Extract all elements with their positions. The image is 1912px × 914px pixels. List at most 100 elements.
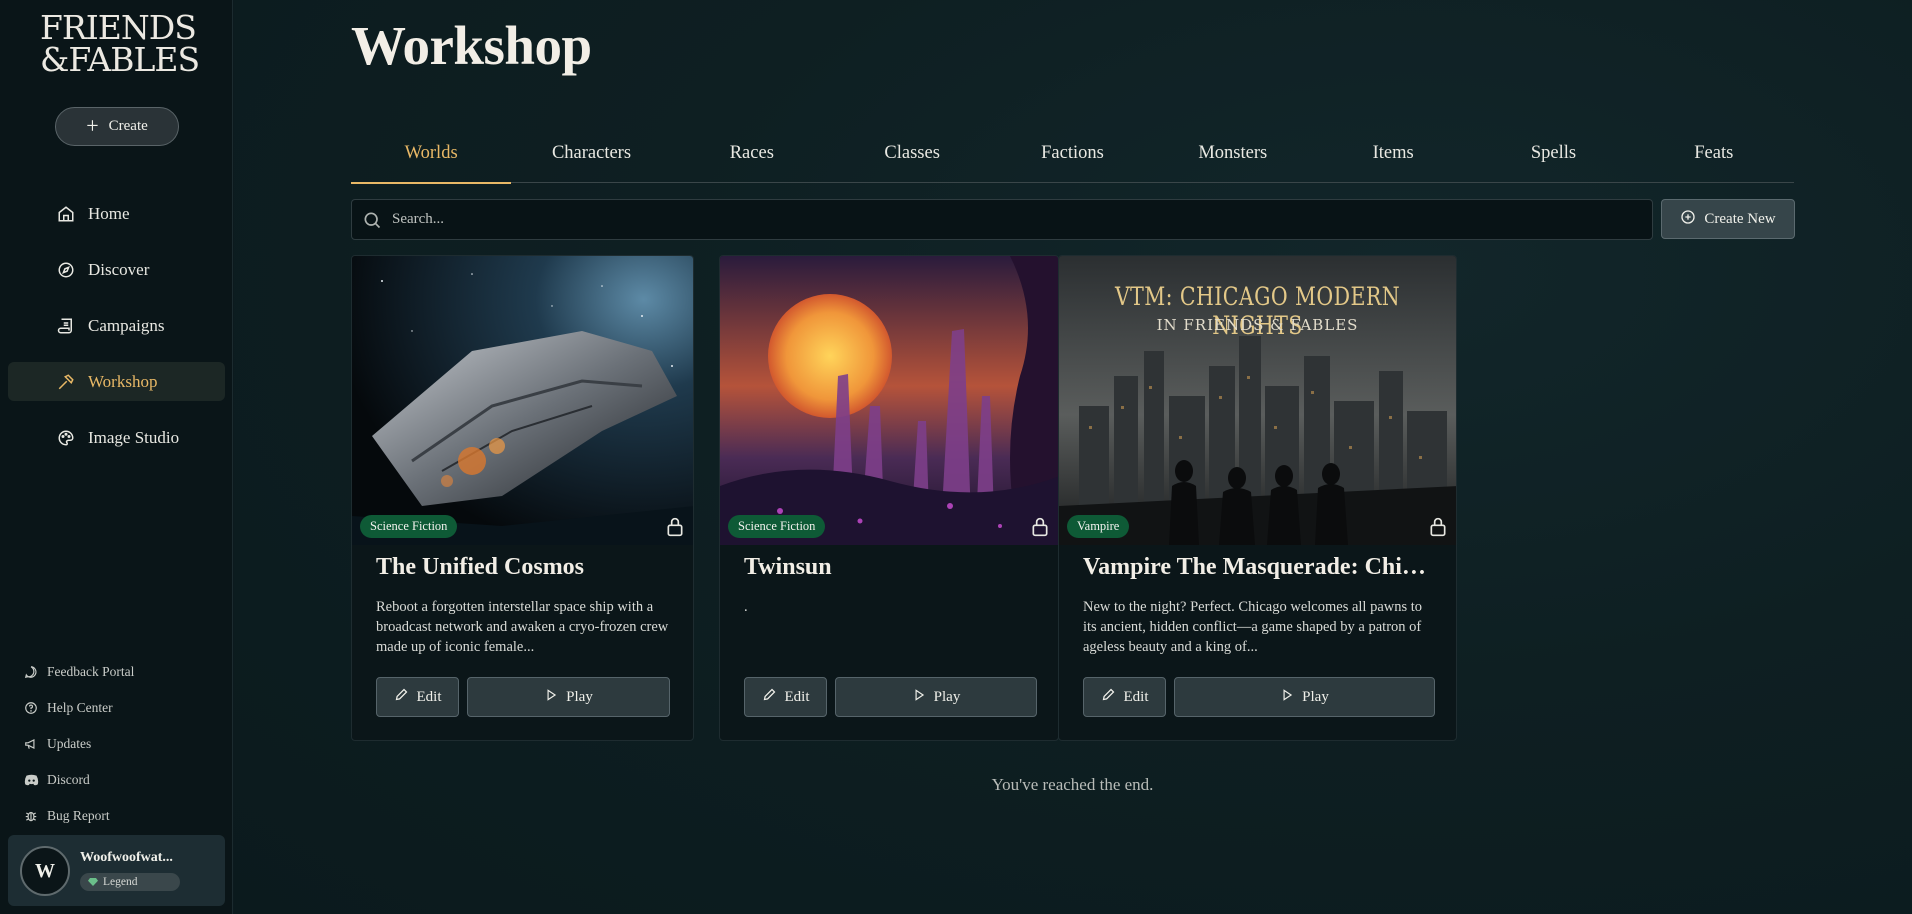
- lock-icon: [1428, 516, 1448, 543]
- edit-button[interactable]: Edit: [744, 677, 827, 717]
- create-new-label: Create New: [1704, 210, 1776, 227]
- create-button-label: Create: [108, 118, 148, 134]
- feedback-portal-link[interactable]: Feedback Portal: [23, 654, 223, 690]
- world-cover-image: VTM: CHICAGO MODERN NIGHTS IN FRIENDS & …: [1059, 256, 1456, 545]
- world-cover-image: [352, 256, 693, 545]
- footer-link-label: Bug Report: [47, 808, 110, 823]
- footer-link-label: Updates: [47, 736, 92, 751]
- search-bar: [351, 199, 1653, 240]
- tier-badge: Legend: [80, 873, 180, 891]
- tab-races[interactable]: Races: [672, 129, 832, 177]
- tab-classes[interactable]: Classes: [832, 129, 992, 177]
- help-icon: [23, 700, 39, 716]
- edit-label: Edit: [1123, 688, 1149, 705]
- nav-item-workshop[interactable]: Workshop: [8, 362, 225, 401]
- genre-badge: Science Fiction: [360, 515, 458, 538]
- pencil-icon: [394, 687, 409, 707]
- footer-link-label: Feedback Portal: [47, 664, 135, 679]
- sidebar: FRIENDS &FABLES + Create Home Discover C…: [0, 0, 233, 914]
- plus-icon: +: [86, 112, 99, 138]
- genre-badge: Vampire: [1067, 515, 1130, 538]
- megaphone-icon: [23, 736, 39, 752]
- play-label: Play: [933, 688, 961, 705]
- nav-item-image-studio[interactable]: Image Studio: [8, 418, 225, 457]
- play-button[interactable]: Play: [1174, 677, 1435, 717]
- tab-characters[interactable]: Characters: [511, 129, 671, 177]
- card-title: Vampire The Masquerade: Chica...: [1083, 554, 1436, 580]
- world-card-vampire-chicago[interactable]: VTM: CHICAGO MODERN NIGHTS IN FRIENDS & …: [1058, 255, 1457, 741]
- card-description: Reboot a forgotten interstellar space sh…: [376, 599, 669, 655]
- lock-icon: [665, 516, 685, 543]
- palette-icon: [56, 428, 76, 448]
- nav-item-label: Image Studio: [88, 427, 180, 447]
- tab-spells[interactable]: Spells: [1473, 129, 1633, 177]
- main-nav: Home Discover Campaigns Workshop Image S…: [8, 194, 225, 474]
- footer-links: Feedback Portal Help Center Updates Disc…: [23, 654, 223, 834]
- nav-item-label: Campaigns: [88, 315, 165, 335]
- avatar: W: [20, 846, 70, 896]
- nav-item-campaigns[interactable]: Campaigns: [8, 306, 225, 345]
- create-button[interactable]: + Create: [55, 107, 179, 146]
- page-title: Workshop: [351, 15, 592, 76]
- play-label: Play: [566, 688, 593, 705]
- home-icon: [56, 204, 76, 224]
- bug-report-link[interactable]: Bug Report: [23, 798, 223, 834]
- card-title: Twinsun: [744, 554, 832, 580]
- play-icon: [544, 688, 558, 707]
- gem-icon: [88, 878, 98, 886]
- card-description: .: [744, 599, 748, 615]
- tab-worlds[interactable]: Worlds: [351, 129, 512, 184]
- lock-icon: [1030, 516, 1050, 543]
- edit-button[interactable]: Edit: [1083, 677, 1166, 717]
- play-icon: [1280, 688, 1294, 707]
- edit-label: Edit: [784, 688, 810, 705]
- user-name: Woofwoofwat...: [80, 850, 173, 865]
- tier-label: Legend: [103, 876, 138, 888]
- help-center-link[interactable]: Help Center: [23, 690, 223, 726]
- tab-items[interactable]: Items: [1313, 129, 1473, 177]
- nav-item-home[interactable]: Home: [8, 194, 225, 233]
- compass-icon: [56, 260, 76, 280]
- footer-link-label: Help Center: [47, 700, 113, 715]
- pencil-icon: [762, 687, 777, 707]
- workshop-tabs: Worlds Characters Races Classes Factions…: [351, 135, 1794, 184]
- edit-button[interactable]: Edit: [376, 677, 459, 717]
- tab-factions[interactable]: Factions: [992, 129, 1152, 177]
- hammer-icon: [56, 372, 76, 392]
- play-label: Play: [1302, 688, 1329, 705]
- footer-link-label: Discord: [47, 772, 90, 787]
- card-description: New to the night? Perfect. Chicago welco…: [1083, 599, 1423, 655]
- play-icon: [912, 688, 926, 707]
- tab-feats[interactable]: Feats: [1634, 129, 1794, 177]
- search-icon: [362, 210, 382, 235]
- play-button[interactable]: Play: [835, 677, 1037, 717]
- play-button[interactable]: Play: [467, 677, 670, 717]
- main-content: Workshop Worlds Characters Races Classes…: [234, 0, 1912, 914]
- nav-item-discover[interactable]: Discover: [8, 250, 225, 289]
- user-profile-card[interactable]: W Woofwoofwat... Legend: [8, 835, 225, 906]
- discord-link[interactable]: Discord: [23, 762, 223, 798]
- app-logo[interactable]: FRIENDS &FABLES: [40, 11, 200, 79]
- cover-overlay-subtitle: IN FRIENDS & FABLES: [1156, 316, 1359, 334]
- genre-badge: Science Fiction: [728, 515, 826, 538]
- world-card-unified-cosmos[interactable]: Science Fiction The Unified Cosmos Reboo…: [351, 255, 694, 741]
- world-card-twinsun[interactable]: Science Fiction Twinsun . Edit Play: [719, 255, 1059, 741]
- nav-item-label: Home: [88, 203, 130, 223]
- world-cover-image: [720, 256, 1058, 545]
- scroll-icon: [56, 316, 76, 336]
- end-of-list-message: You've reached the end.: [991, 775, 1154, 794]
- search-input[interactable]: [392, 211, 1652, 228]
- updates-link[interactable]: Updates: [23, 726, 223, 762]
- tab-monsters[interactable]: Monsters: [1153, 129, 1313, 177]
- plus-circle-icon: [1680, 209, 1696, 230]
- create-new-button[interactable]: Create New: [1661, 199, 1795, 239]
- message-icon: [23, 664, 39, 680]
- discord-icon: [23, 772, 39, 788]
- edit-label: Edit: [416, 688, 442, 705]
- nav-item-label: Discover: [88, 259, 150, 279]
- nav-item-label: Workshop: [88, 371, 158, 391]
- logo-line-2: &FABLES: [40, 40, 200, 79]
- pencil-icon: [1101, 687, 1116, 707]
- bug-icon: [23, 808, 39, 824]
- card-title: The Unified Cosmos: [376, 554, 585, 580]
